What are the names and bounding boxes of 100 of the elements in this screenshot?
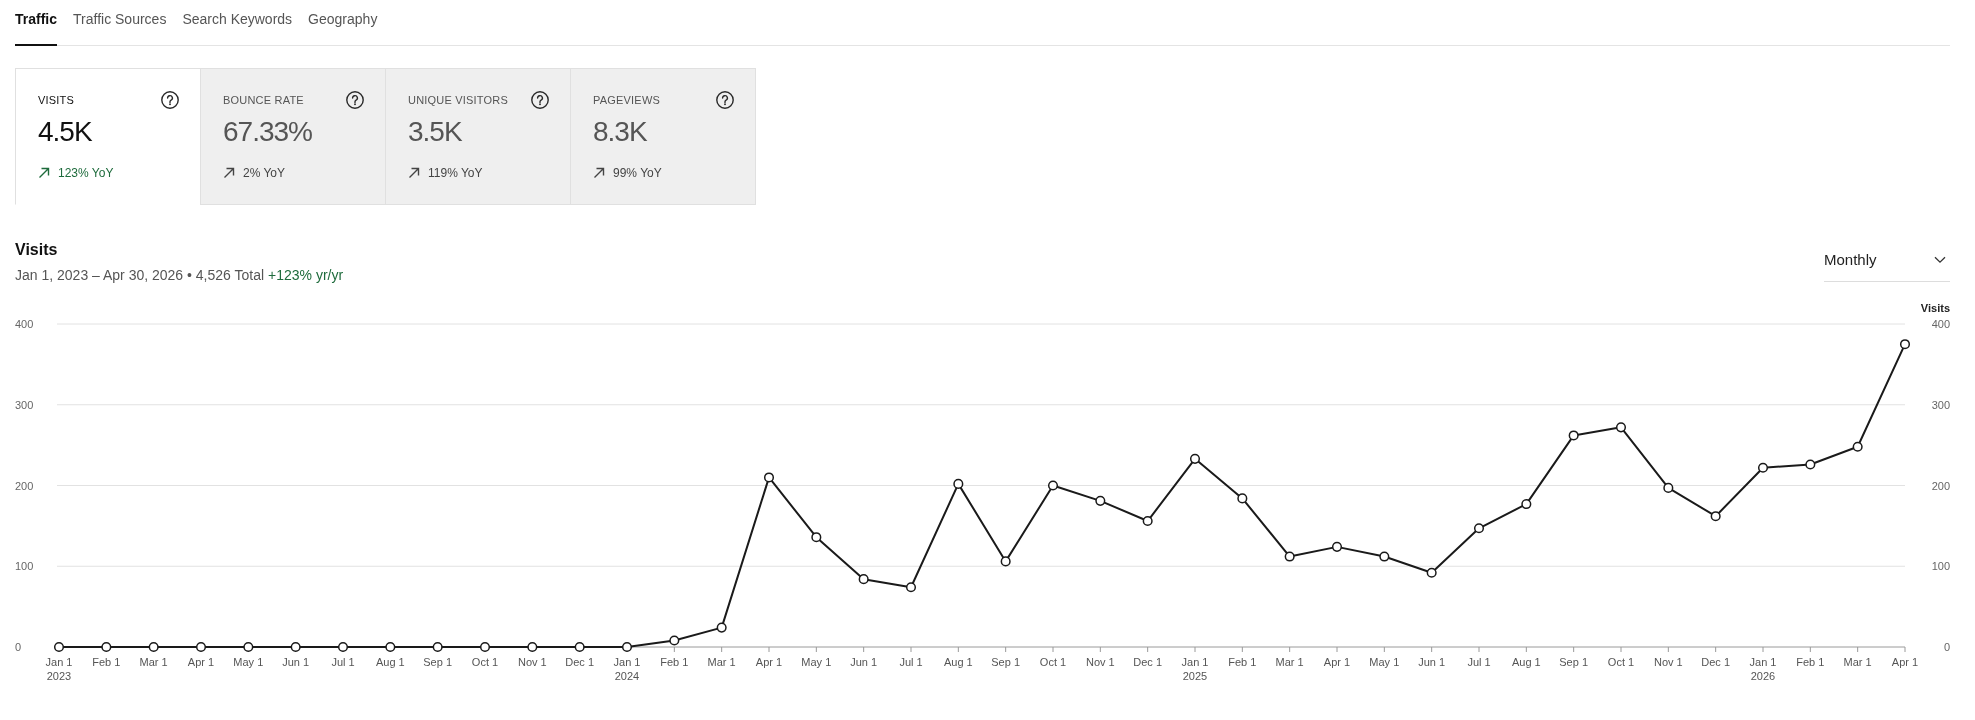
metric-card[interactable]: VISITS 4.5K 123% YoY	[15, 68, 201, 205]
axis-label: Jan 1	[613, 656, 641, 668]
data-point	[148, 641, 159, 653]
axis-label: Apr 1	[755, 656, 783, 668]
metric-value: 67.33%	[223, 115, 313, 149]
help-icon[interactable]	[346, 91, 364, 109]
data-point	[1189, 453, 1201, 464]
metric-value: 4.5K	[38, 115, 93, 149]
data-point	[385, 641, 396, 653]
data-point	[337, 641, 349, 653]
metric-card[interactable]: UNIQUE VISITORS 3.5K 119% YoY	[385, 68, 571, 205]
axis-label: Feb 1	[1228, 656, 1257, 668]
data-point	[1805, 459, 1816, 470]
help-icon[interactable]	[161, 91, 179, 109]
axis-label: Oct 1	[1607, 656, 1635, 668]
axis-label: Aug 1	[943, 656, 973, 668]
axis-label: Nov 1	[1653, 656, 1683, 668]
axis-label: Jun 1	[282, 656, 310, 668]
data-point	[290, 641, 301, 653]
interval-dropdown[interactable]: Monthly	[1824, 249, 1950, 282]
axis-label: 300	[1931, 398, 1950, 411]
data-point	[621, 641, 633, 653]
axis-label: Aug 1	[375, 656, 405, 668]
axis-label: 0	[15, 641, 22, 653]
data-point	[905, 582, 917, 593]
axis-label: Sep 1	[423, 656, 453, 668]
data-point	[1663, 482, 1674, 493]
data-point	[1142, 516, 1153, 527]
axis-label: Feb 1	[1796, 656, 1825, 668]
metric-label: VISITS	[38, 94, 75, 106]
axis-label: Jan 1	[45, 656, 73, 668]
data-point	[1899, 339, 1911, 350]
axis-label: Sep 1	[1559, 656, 1589, 668]
data-point	[1521, 499, 1532, 510]
tab[interactable]: Traffic Sources	[73, 0, 167, 46]
axis-label: Apr 1	[1891, 656, 1919, 668]
data-point	[811, 532, 822, 543]
data-point	[1568, 430, 1579, 441]
axis-label: Nov 1	[517, 656, 547, 668]
data-point	[1000, 556, 1011, 567]
axis-label: Mar 1	[139, 656, 168, 668]
metric-value: 3.5K	[408, 115, 463, 149]
data-point	[1237, 493, 1248, 504]
axis-label: 2023	[46, 670, 72, 682]
axis-label: 200	[15, 479, 34, 492]
metric-label: UNIQUE VISITORS	[408, 94, 508, 106]
data-point	[716, 622, 727, 633]
axis-label: Mar 1	[1275, 656, 1304, 668]
metric-value: 8.3K	[593, 115, 648, 149]
data-point	[1615, 422, 1627, 433]
axis-label: Sep 1	[991, 656, 1021, 668]
chart-title: Visits	[15, 240, 59, 260]
data-point	[1473, 523, 1485, 534]
metric-change: 99% YoY	[613, 166, 662, 180]
axis-label: Oct 1	[1039, 656, 1067, 668]
axis-label: Feb 1	[92, 656, 121, 668]
axis-label: 300	[15, 398, 34, 411]
axis-label: Dec 1	[565, 656, 595, 668]
metric-change: 123% YoY	[58, 166, 114, 180]
axis-label: 2024	[614, 670, 640, 682]
data-point	[1426, 567, 1437, 578]
axis-label: Jul 1	[1467, 656, 1491, 668]
axis-label: Nov 1	[1085, 656, 1115, 668]
tab[interactable]: Search Keywords	[182, 0, 293, 46]
data-point	[195, 641, 207, 653]
help-icon[interactable]	[531, 91, 549, 109]
axis-label: Aug 1	[1511, 656, 1541, 668]
axis-label: 100	[15, 560, 34, 573]
metric-label: BOUNCE RATE	[223, 94, 304, 106]
arrow-up-right-icon	[223, 167, 235, 179]
data-point	[1047, 480, 1059, 491]
axis-label: Jan 1	[1749, 656, 1777, 668]
tab[interactable]: Geography	[308, 0, 378, 46]
data-point	[763, 472, 775, 483]
series-label: Visits	[1920, 302, 1950, 314]
metric-card[interactable]: PAGEVIEWS 8.3K 99% YoY	[570, 68, 756, 205]
axis-label: 2026	[1750, 670, 1776, 682]
axis-label: Oct 1	[471, 656, 499, 668]
arrow-up-right-icon	[593, 167, 605, 179]
data-point	[53, 641, 65, 653]
data-point	[858, 574, 869, 585]
axis-label: May 1	[801, 656, 832, 668]
data-point	[1710, 511, 1721, 522]
axis-label: May 1	[1369, 656, 1400, 668]
axis-label: Dec 1	[1133, 656, 1163, 668]
axis-label: 400	[15, 318, 34, 330]
axis-label: Apr 1	[187, 656, 215, 668]
data-point	[953, 478, 964, 489]
tab[interactable]: Traffic	[15, 0, 57, 46]
metric-change: 2% YoY	[243, 166, 286, 180]
axis-label: Mar 1	[707, 656, 736, 668]
data-point	[1757, 462, 1769, 473]
axis-label: Jul 1	[899, 656, 923, 668]
arrow-up-right-icon	[38, 167, 50, 179]
help-icon[interactable]	[716, 91, 734, 109]
data-point	[1379, 551, 1390, 562]
data-point	[669, 635, 680, 646]
chart-summary: Jan 1, 2023 – Apr 30, 2026 • 4,526 Total	[15, 266, 265, 284]
metric-card[interactable]: BOUNCE RATE 67.33% 2% YoY	[200, 68, 386, 205]
axis-label: May 1	[233, 656, 264, 668]
